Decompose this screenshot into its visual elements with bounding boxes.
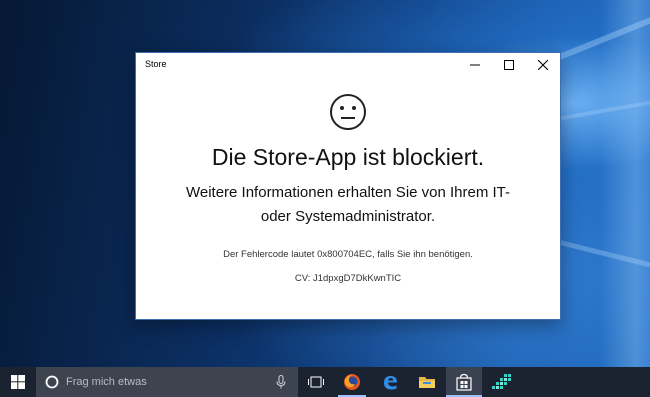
firefox-icon <box>344 374 360 390</box>
maximize-icon <box>504 60 514 70</box>
microphone-icon[interactable] <box>276 375 286 389</box>
close-button[interactable] <box>526 53 560 77</box>
taskbar-store[interactable] <box>446 367 482 397</box>
minimize-button[interactable] <box>458 53 492 77</box>
sad-face-icon <box>330 94 366 130</box>
taskbar-pixel-app[interactable] <box>484 367 520 397</box>
task-view-icon <box>308 376 324 388</box>
taskbar-edge[interactable] <box>372 367 408 397</box>
search-box[interactable] <box>36 367 298 397</box>
error-code-text: Der Fehlercode lautet 0x800704EC, falls … <box>223 249 473 260</box>
file-explorer-icon <box>419 377 435 388</box>
minimize-icon <box>470 64 480 66</box>
error-heading: Die Store-App ist blockiert. <box>211 144 485 170</box>
pixel-app-icon <box>492 374 511 389</box>
cortana-icon <box>45 375 59 389</box>
store-icon <box>456 373 472 391</box>
taskbar <box>0 367 650 397</box>
taskbar-firefox[interactable] <box>334 367 370 397</box>
maximize-button[interactable] <box>492 53 526 77</box>
task-view-button[interactable] <box>298 367 334 397</box>
edge-icon <box>384 376 397 390</box>
window-title: Store <box>145 59 167 69</box>
error-subtext-line: oder Systemadministrator. <box>260 208 436 225</box>
taskbar-file-explorer[interactable] <box>409 367 445 397</box>
error-subtext-line: Weitere Informationen erhalten Sie von I… <box>185 184 511 201</box>
close-icon <box>538 60 548 70</box>
store-window: Store Die Store-App ist blockiert. Weite… <box>135 52 561 320</box>
start-button[interactable] <box>0 367 36 397</box>
windows-logo-icon <box>11 375 25 389</box>
correlation-vector-text: CV: J1dpxgD7DkKwnTIC <box>294 273 402 284</box>
wallpaper-light-glow <box>600 0 650 367</box>
search-input[interactable] <box>66 374 266 390</box>
error-subtext: Weitere Informationen erhalten Sie von I… <box>176 181 520 229</box>
title-bar[interactable]: Store <box>136 53 560 77</box>
